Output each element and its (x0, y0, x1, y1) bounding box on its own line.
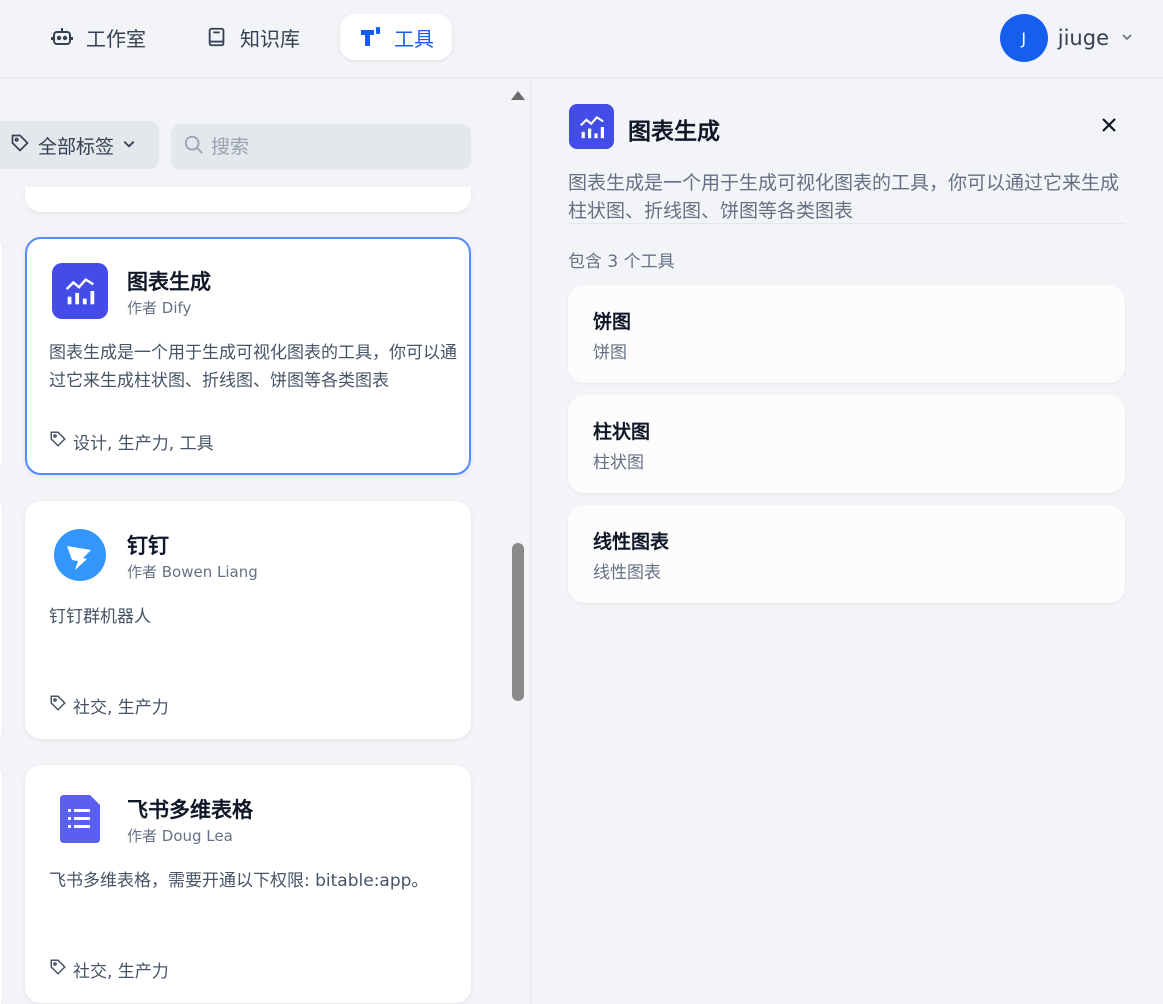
tool-item-description: 线性图表 (593, 563, 661, 583)
tool-item-name: 线性图表 (593, 531, 670, 553)
tool-item-description: 柱状图 (593, 453, 644, 473)
card-title: 钉钉 (127, 534, 169, 558)
card-tags: 社交, 生产力 (49, 693, 169, 718)
card-edge-partial (0, 501, 2, 739)
avatar: J (999, 14, 1048, 62)
dingtalk-icon (52, 527, 108, 583)
nav-studio[interactable]: 工作室 (32, 14, 164, 60)
card-title: 图表生成 (127, 270, 211, 294)
tool-item-bar[interactable]: 柱状图 柱状图 (568, 395, 1125, 493)
feishu-bitable-icon (52, 791, 108, 847)
nav-knowledge[interactable]: 知识库 (188, 14, 318, 60)
card-tags: 社交, 生产力 (49, 957, 169, 982)
scrollbar[interactable] (507, 79, 530, 1004)
tool-detail-panel: 图表生成 图表生成是一个用于生成可视化图表的工具，你可以通过它来生成柱状图、折线… (530, 79, 1163, 1004)
tag-filter-label: 全部标签 (38, 135, 115, 158)
card-description: 钉钉群机器人 (49, 607, 151, 627)
username: jiuge (1057, 26, 1109, 50)
nav-studio-label: 工作室 (86, 26, 146, 51)
detail-description: 图表生成是一个用于生成可视化图表的工具，你可以通过它来生成柱状图、折线图、饼图等… (568, 172, 1120, 222)
tag-filter-dropdown[interactable]: 全部标签 (0, 121, 159, 169)
search-box[interactable] (171, 124, 471, 170)
tool-item-name: 柱状图 (593, 421, 651, 443)
tool-logo-icon (358, 25, 382, 49)
tag-icon (49, 430, 67, 453)
top-nav-bar: 工作室 知识库 工具 J jiuge (0, 0, 1163, 78)
search-icon (183, 134, 205, 160)
book-icon (206, 26, 228, 48)
tool-card-feishu-bitable[interactable]: 飞书多维表格 作者 Doug Lea 飞书多维表格，需要开通以下权限: bita… (25, 765, 471, 1003)
robot-icon (50, 25, 74, 49)
divider (568, 223, 1125, 224)
chart-icon (569, 104, 614, 149)
nav-knowledge-label: 知识库 (240, 26, 300, 51)
card-tags-text: 社交, 生产力 (73, 962, 169, 982)
card-edge-partial (0, 767, 2, 1004)
card-author: 作者 Bowen Liang (127, 563, 258, 581)
chevron-down-icon (1121, 31, 1133, 46)
card-tags-text: 社交, 生产力 (73, 698, 169, 718)
tool-item-pie[interactable]: 饼图 饼图 (568, 285, 1125, 383)
tag-icon (49, 694, 67, 717)
search-input[interactable] (211, 136, 451, 158)
chart-icon (52, 263, 108, 319)
card-description: 飞书多维表格，需要开通以下权限: bitable:app。 (49, 871, 429, 891)
scrollbar-thumb[interactable] (512, 543, 524, 701)
card-author: 作者 Doug Lea (127, 827, 233, 845)
user-menu[interactable]: J jiuge (999, 14, 1133, 62)
tool-count-label: 包含 3 个工具 (568, 252, 675, 272)
nav-tools-label: 工具 (394, 26, 434, 51)
close-icon[interactable] (1101, 113, 1117, 137)
tool-item-name: 饼图 (593, 311, 632, 333)
card-tags-text: 设计, 生产力, 工具 (73, 434, 214, 454)
detail-title: 图表生成 (628, 119, 720, 145)
tool-item-description: 饼图 (593, 343, 627, 363)
card-edge-partial (0, 239, 2, 469)
card-tags: 设计, 生产力, 工具 (49, 429, 214, 454)
tool-card-chart[interactable]: 图表生成 作者 Dify 图表生成是一个用于生成可视化图表的工具，你可以通过它来… (25, 237, 471, 475)
scroll-up-arrow-icon[interactable] (511, 91, 525, 100)
nav-tools[interactable]: 工具 (340, 14, 452, 60)
card-previous-partial[interactable] (25, 187, 471, 212)
tag-icon (49, 958, 67, 981)
card-title: 飞书多维表格 (127, 798, 253, 822)
tag-icon (10, 133, 30, 158)
card-author: 作者 Dify (127, 299, 192, 317)
tool-item-line[interactable]: 线性图表 线性图表 (568, 505, 1125, 603)
card-description: 图表生成是一个用于生成可视化图表的工具，你可以通过它来生成柱状图、折线图、饼图等… (49, 343, 457, 391)
tool-list-panel: 全部标签 图表生成 作者 Dify 图表生成是一个用于生成可视化图表的 (0, 79, 507, 1004)
chevron-down-icon (122, 134, 136, 156)
tool-card-dingtalk[interactable]: 钉钉 作者 Bowen Liang 钉钉群机器人 社交, 生产力 (25, 501, 471, 739)
